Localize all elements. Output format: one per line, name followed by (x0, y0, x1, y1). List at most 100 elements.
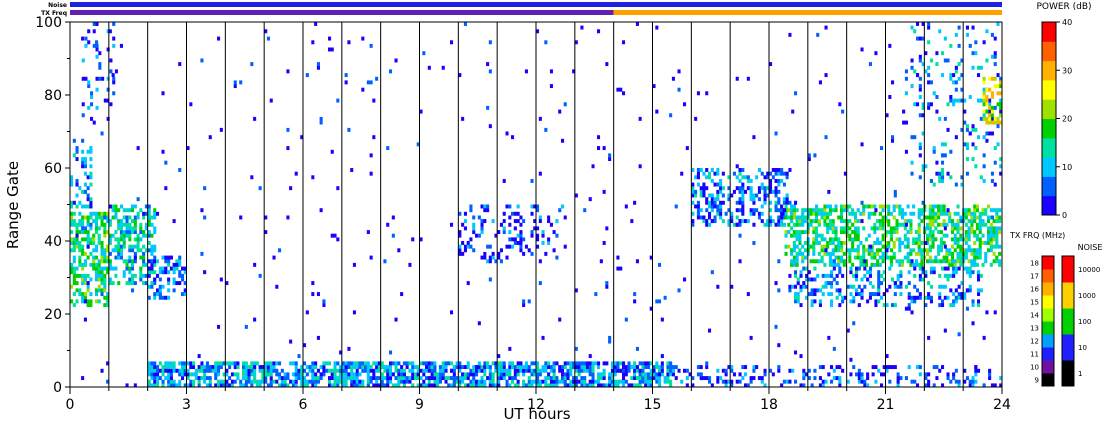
echo-cell (655, 365, 659, 370)
echo-cell (863, 379, 867, 384)
echo-cell (867, 215, 871, 220)
echo-cell (967, 226, 971, 231)
echo-cell (802, 372, 806, 377)
echo-cell (708, 200, 712, 205)
echo-cell (103, 277, 107, 282)
echo-cell (784, 204, 788, 209)
echo-cell (918, 142, 922, 147)
echo-cell (352, 365, 356, 370)
echo-cell (821, 284, 825, 289)
echo-cell (486, 365, 490, 370)
echo-cell (669, 365, 673, 370)
echo-cell (827, 273, 831, 278)
echo-cell (427, 65, 431, 70)
echo-cell (81, 160, 85, 165)
echo-cell (978, 230, 982, 235)
txfrq-tick-label: 17 (1030, 273, 1039, 281)
echo-cell (837, 215, 841, 220)
echo-cell (809, 222, 813, 227)
echo-cell (842, 251, 846, 256)
echo-cell (948, 219, 952, 224)
echo-cell (89, 262, 93, 267)
echo-cell (855, 372, 859, 377)
echo-cell (364, 361, 368, 366)
echo-cell (372, 376, 376, 381)
echo-cell (696, 372, 700, 377)
echo-cell (466, 241, 470, 245)
echo-cell (746, 186, 750, 191)
echo-cell (411, 365, 415, 370)
echo-cell (95, 22, 99, 26)
echo-cell (605, 226, 609, 231)
echo-cell (400, 372, 404, 377)
echo-cell (917, 230, 921, 235)
echo-cell (538, 368, 542, 373)
echo-cell (314, 22, 318, 26)
echo-cell (931, 204, 935, 209)
echo-cell (111, 208, 115, 213)
echo-cell (918, 36, 922, 41)
echo-cell (219, 379, 223, 384)
echo-cell (990, 113, 994, 118)
echo-cell (865, 237, 869, 242)
echo-cell (853, 226, 857, 231)
echo-cell (873, 255, 877, 260)
echo-cell (266, 368, 270, 373)
echo-cell (757, 186, 761, 191)
echo-cell (831, 230, 835, 235)
echo-cell (427, 365, 431, 370)
echo-cell (305, 365, 309, 370)
echo-cell (942, 219, 946, 224)
echo-cell (973, 255, 977, 260)
echo-cell (760, 376, 764, 381)
echo-cell (438, 379, 442, 384)
echo-cell (352, 310, 356, 315)
echo-cell (172, 379, 176, 384)
echo-cell (971, 124, 975, 129)
echo-cell (228, 365, 232, 370)
echo-cell (72, 200, 76, 205)
echo-cell (812, 248, 816, 253)
echo-cell (633, 376, 637, 381)
echo-cell (103, 215, 107, 220)
echo-cell (918, 95, 922, 99)
echo-cell (888, 95, 892, 99)
echo-cell (990, 76, 994, 81)
echo-cell (158, 376, 162, 381)
echo-cell (616, 266, 620, 271)
echo-cell (702, 215, 706, 220)
echo-cell (757, 189, 761, 194)
echo-cell (896, 277, 900, 282)
echo-cell (289, 361, 293, 366)
echo-cell (325, 368, 329, 373)
echo-cell (935, 109, 939, 114)
echo-cell (591, 372, 595, 377)
echo-cell (943, 244, 947, 249)
echo-cell (97, 241, 101, 245)
echo-cell (486, 361, 490, 366)
echo-cell (549, 365, 553, 370)
echo-cell (461, 376, 465, 381)
echo-cell (411, 368, 415, 373)
echo-cell (954, 65, 958, 70)
echo-cell (253, 376, 257, 381)
echo-cell (848, 248, 852, 253)
echo-cell (935, 365, 939, 370)
echo-cell (863, 273, 867, 278)
echo-cell (927, 295, 931, 300)
echo-cell (142, 215, 146, 220)
echo-cell (835, 288, 839, 293)
echo-cell (975, 233, 979, 238)
echo-cell (943, 328, 947, 333)
echo-cell (242, 376, 246, 381)
echo-cell (411, 361, 415, 366)
echo-cell (272, 365, 276, 370)
echo-cell (352, 372, 356, 377)
echo-cell (809, 244, 813, 249)
echo-cell (283, 376, 287, 381)
echo-cell (892, 241, 896, 245)
echo-cell (580, 365, 584, 370)
echo-cell (397, 376, 401, 381)
echo-cell (862, 211, 866, 216)
echo-cell (862, 251, 866, 256)
